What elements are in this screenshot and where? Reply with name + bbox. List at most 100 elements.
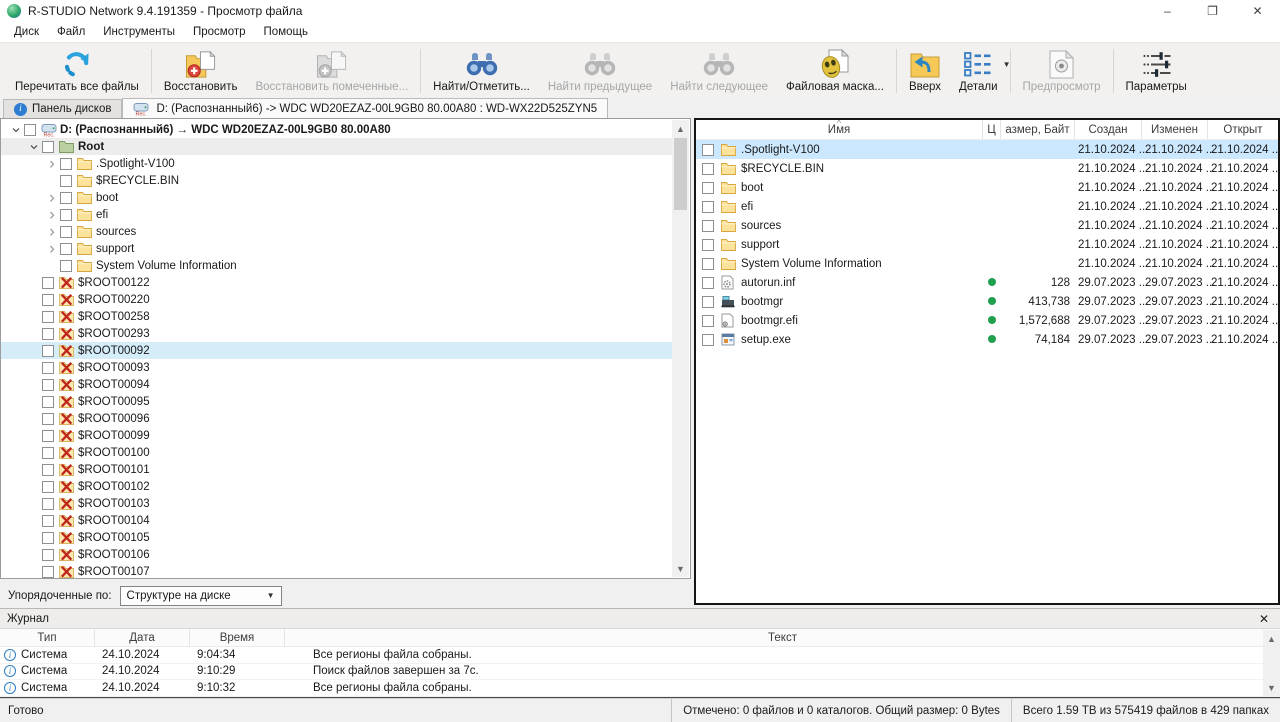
log-row[interactable]: iСистема24.10.20249:10:29Поиск файлов за… <box>0 664 1280 681</box>
log-row[interactable]: iСистема24.10.20249:04:34Все регионы фай… <box>0 647 1280 664</box>
file-row[interactable]: $RECYCLE.BIN21.10.2024 ...21.10.2024 ...… <box>696 159 1278 178</box>
tree-item[interactable]: $ROOT00105 <box>1 529 672 546</box>
checkbox[interactable] <box>702 182 714 194</box>
checkbox[interactable] <box>42 379 54 391</box>
tree-item[interactable]: $ROOT00102 <box>1 478 672 495</box>
checkbox[interactable] <box>42 447 54 459</box>
tree-item[interactable]: $ROOT00103 <box>1 495 672 512</box>
checkbox[interactable] <box>42 549 54 561</box>
checkbox[interactable] <box>702 220 714 232</box>
checkbox[interactable] <box>42 498 54 510</box>
tree-item[interactable]: $ROOT00258 <box>1 308 672 325</box>
scroll-down-icon[interactable]: ▼ <box>672 560 689 577</box>
checkbox[interactable] <box>42 566 54 578</box>
checkbox[interactable] <box>702 277 714 289</box>
log-column-type[interactable]: Тип <box>0 629 95 646</box>
toolbar-refresh-button[interactable]: Перечитать все файлы <box>6 44 148 98</box>
tree-item[interactable]: efi <box>1 206 672 223</box>
checkbox[interactable] <box>702 296 714 308</box>
menu-item-2[interactable]: Инструменты <box>94 24 184 40</box>
tab-recognized-volume[interactable]: Rec. D: (Распознанный6) -> WDC WD20EZAZ-… <box>122 98 608 118</box>
scroll-up-icon[interactable]: ▲ <box>1263 630 1280 647</box>
menu-item-3[interactable]: Просмотр <box>184 24 255 40</box>
scroll-down-icon[interactable]: ▼ <box>1263 679 1280 696</box>
checkbox[interactable] <box>42 430 54 442</box>
checkbox[interactable] <box>702 144 714 156</box>
checkbox[interactable] <box>42 464 54 476</box>
checkbox[interactable] <box>42 277 54 289</box>
tree-item[interactable]: $ROOT00093 <box>1 359 672 376</box>
tree-item[interactable]: $ROOT00122 <box>1 274 672 291</box>
tree-item[interactable]: $ROOT00100 <box>1 444 672 461</box>
chevron-open-icon[interactable] <box>7 125 24 135</box>
log-column-text[interactable]: Текст <box>285 629 1280 646</box>
chevron-closed-icon[interactable] <box>43 227 60 237</box>
chevron-closed-icon[interactable] <box>43 210 60 220</box>
tree-item[interactable]: $ROOT00092 <box>1 342 672 359</box>
checkbox[interactable] <box>702 334 714 346</box>
checkbox[interactable] <box>42 515 54 527</box>
checkbox[interactable] <box>702 201 714 213</box>
tree-item[interactable]: $ROOT00293 <box>1 325 672 342</box>
tree-item[interactable]: $ROOT00101 <box>1 461 672 478</box>
tree-item[interactable]: boot <box>1 189 672 206</box>
tree-item[interactable]: $ROOT00106 <box>1 546 672 563</box>
chevron-closed-icon[interactable] <box>43 159 60 169</box>
checkbox[interactable] <box>42 311 54 323</box>
log-column-date[interactable]: Дата <box>95 629 190 646</box>
chevron-closed-icon[interactable] <box>43 193 60 203</box>
file-row[interactable]: efi21.10.2024 ...21.10.2024 ...21.10.202… <box>696 197 1278 216</box>
checkbox[interactable] <box>42 345 54 357</box>
log-close-icon[interactable]: ✕ <box>1255 612 1273 626</box>
column-header-opened[interactable]: Открыт <box>1208 120 1278 139</box>
toolbar-recover-button[interactable]: Восстановить <box>155 44 247 98</box>
log-column-time[interactable]: Время <box>190 629 285 646</box>
checkbox[interactable] <box>702 239 714 251</box>
file-row[interactable]: .Spotlight-V10021.10.2024 ...21.10.2024 … <box>696 140 1278 159</box>
column-header-created[interactable]: Создан <box>1075 120 1142 139</box>
checkbox[interactable] <box>60 209 72 221</box>
checkbox[interactable] <box>702 163 714 175</box>
checkbox[interactable] <box>702 258 714 270</box>
tree-item[interactable]: Rec.D: (Распознанный6) → WDC WD20EZAZ-00… <box>1 121 672 138</box>
chevron-closed-icon[interactable] <box>43 244 60 254</box>
log-row[interactable]: iСистема24.10.20249:10:32Все регионы фай… <box>0 680 1280 697</box>
menu-item-1[interactable]: Файл <box>48 24 94 40</box>
checkbox[interactable] <box>42 532 54 544</box>
minimize-button[interactable]: – <box>1145 0 1190 22</box>
tree-item[interactable]: support <box>1 240 672 257</box>
tree-item[interactable]: $ROOT00220 <box>1 291 672 308</box>
tree-scrollbar[interactable]: ▲ ▼ <box>672 120 689 577</box>
checkbox[interactable] <box>42 413 54 425</box>
column-header-size[interactable]: азмер, Байт <box>1001 120 1075 139</box>
chevron-down-icon[interactable]: ▼ <box>1003 60 1011 69</box>
column-header-modified[interactable]: Изменен <box>1142 120 1208 139</box>
tree-item[interactable]: $ROOT00094 <box>1 376 672 393</box>
file-row[interactable]: autorun.inf12829.07.2023 ...29.07.2023 .… <box>696 273 1278 292</box>
tree-item[interactable]: $ROOT00104 <box>1 512 672 529</box>
tree-item[interactable]: Root <box>1 138 672 155</box>
checkbox[interactable] <box>42 362 54 374</box>
file-row[interactable]: boot21.10.2024 ...21.10.2024 ...21.10.20… <box>696 178 1278 197</box>
toolbar-binoculars-button[interactable]: Найти/Отметить... <box>424 44 539 98</box>
file-row[interactable]: support21.10.2024 ...21.10.2024 ...21.10… <box>696 235 1278 254</box>
tree-item[interactable]: $ROOT00099 <box>1 427 672 444</box>
checkbox[interactable] <box>60 175 72 187</box>
file-row[interactable]: bootmgr.efi1,572,68829.07.2023 ...29.07.… <box>696 311 1278 330</box>
toolbar-options-button[interactable]: Параметры <box>1117 44 1196 98</box>
sort-order-select[interactable]: Структуре на диске ▼ <box>120 586 282 606</box>
close-button[interactable]: ✕ <box>1235 0 1280 22</box>
toolbar-folder-up-button[interactable]: Вверх <box>900 44 950 98</box>
file-row[interactable]: bootmgr413,73829.07.2023 ...29.07.2023 .… <box>696 292 1278 311</box>
column-header-name[interactable]: ˄ Имя <box>696 120 983 139</box>
checkbox[interactable] <box>60 260 72 272</box>
checkbox[interactable] <box>42 328 54 340</box>
tree-item[interactable]: .Spotlight-V100 <box>1 155 672 172</box>
checkbox[interactable] <box>60 192 72 204</box>
tree-item[interactable]: $ROOT00107 <box>1 563 672 579</box>
checkbox[interactable] <box>24 124 36 136</box>
checkbox[interactable] <box>42 481 54 493</box>
checkbox[interactable] <box>60 158 72 170</box>
file-row[interactable]: System Volume Information21.10.2024 ...2… <box>696 254 1278 273</box>
toolbar-file-mask-button[interactable]: Файловая маска... <box>777 44 893 98</box>
